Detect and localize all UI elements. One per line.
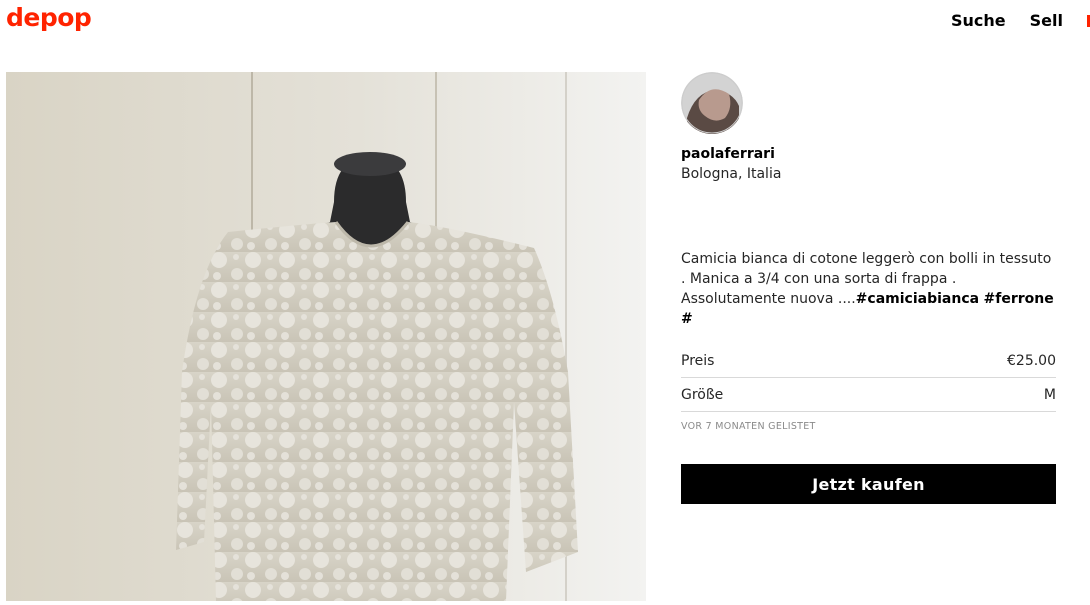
listed-time: VOR 7 MONATEN GELISTET — [681, 421, 816, 432]
hashtag-link[interactable]: # — [681, 311, 693, 327]
nav-sell-link[interactable]: Sell — [1030, 11, 1063, 30]
seller-location: Bologna, Italia — [681, 166, 782, 182]
size-label: Größe — [681, 386, 724, 403]
hashtag-link[interactable]: #camiciabianca — [856, 291, 979, 307]
product-photo[interactable] — [6, 72, 646, 601]
size-value: M — [1043, 386, 1056, 403]
price-row: Preis €25.00 — [681, 344, 1056, 378]
top-nav: Suche Sell — [951, 11, 1063, 30]
price-value: €25.00 — [1007, 352, 1056, 369]
hashtag-link[interactable]: #ferrone — [984, 291, 1054, 307]
seller-username[interactable]: paolaferrari — [681, 146, 775, 162]
nav-search-link[interactable]: Suche — [951, 11, 1006, 30]
seller-avatar — [681, 72, 743, 134]
product-description: Camicia bianca di cotone leggerò con bol… — [681, 249, 1056, 329]
buy-now-button[interactable]: Jetzt kaufen — [681, 464, 1056, 504]
product-photo-image — [6, 72, 646, 601]
size-row: Größe M — [681, 378, 1056, 412]
depop-logo[interactable]: depop — [6, 3, 92, 32]
seller-avatar-link[interactable] — [681, 72, 743, 134]
price-label: Preis — [681, 352, 715, 369]
